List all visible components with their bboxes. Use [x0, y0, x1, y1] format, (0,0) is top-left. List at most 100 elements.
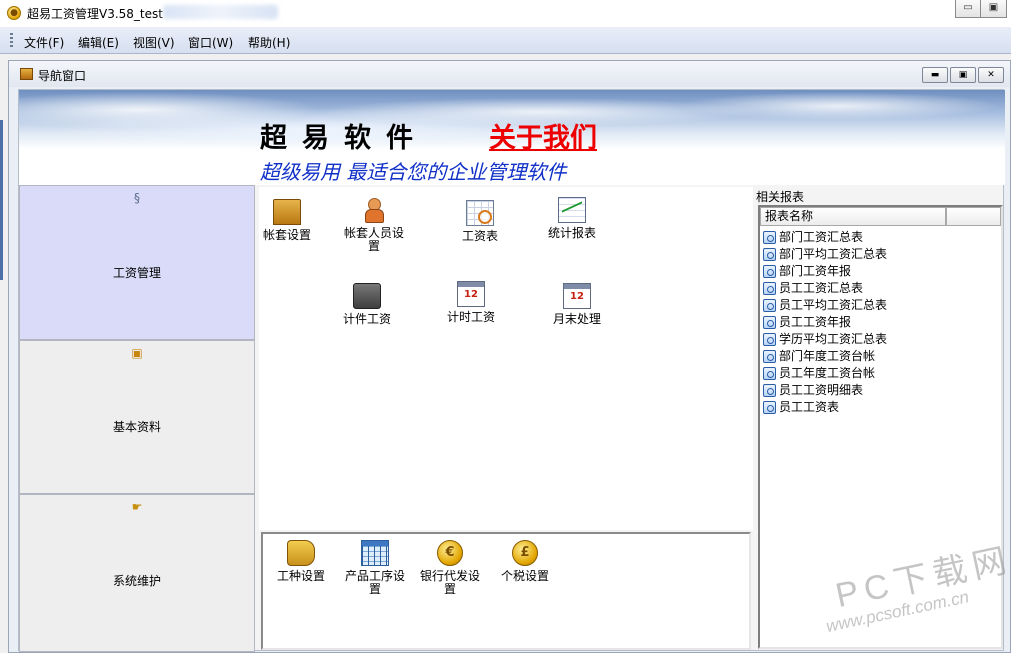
report-icon	[763, 401, 776, 414]
tool-account-settings[interactable]: 帐套设置	[261, 199, 313, 242]
column-header-report-name[interactable]: 报表名称	[760, 207, 946, 226]
column-header-blank[interactable]	[946, 207, 1001, 226]
tool-label: 个税设置	[500, 569, 549, 583]
report-icon	[763, 367, 776, 380]
navigation-window-title: 导航窗口	[38, 69, 87, 83]
tool-month-end-processing[interactable]: 月末处理	[549, 283, 605, 326]
toolbar-grip-icon	[10, 33, 13, 48]
nav-item-system-maintenance[interactable]: ☛ 系统维护	[19, 494, 255, 652]
tool-label: 产品工序设置	[344, 569, 405, 596]
report-item[interactable]: 员工工资汇总表	[763, 280, 887, 297]
tool-product-process-settings[interactable]: 产品工序设置	[342, 540, 408, 596]
coin-icon: €	[437, 540, 463, 566]
tool-salary-sheet[interactable]: 工资表	[455, 200, 505, 243]
tool-hourly-salary[interactable]: 计时工资	[443, 281, 499, 324]
slogan: 超级易用 最适合您的企业管理软件	[260, 160, 567, 184]
calendar-icon	[457, 281, 485, 307]
navigation-content: 超易软件 关于我们 超级易用 最适合您的企业管理软件 § 工资管理 ▣ 基本资料…	[18, 89, 1005, 652]
report-icon	[763, 265, 776, 278]
menu-window[interactable]: 窗口(W)	[188, 34, 233, 51]
navigation-window-controls: ▬ ▣ ✕	[922, 67, 1004, 83]
tool-label: 帐套人员设置	[343, 226, 404, 253]
tool-label: 工资表	[461, 229, 498, 243]
tool-account-staff-settings[interactable]: 帐套人员设置	[342, 197, 406, 253]
tool-piecework-salary[interactable]: 计件工资	[339, 283, 395, 326]
report-item-label: 员工工资表	[779, 400, 840, 414]
folder-doc-icon: ▣	[131, 346, 143, 360]
menu-bar: 文件(F) 编辑(E) 视图(V) 窗口(W) 帮助(H)	[0, 27, 1011, 54]
calendar-icon	[563, 283, 591, 309]
window-minimize-button[interactable]: ▭	[955, 0, 981, 18]
child-minimize-button[interactable]: ▬	[922, 67, 948, 83]
report-item[interactable]: 学历平均工资汇总表	[763, 331, 887, 348]
tool-label: 工种设置	[276, 569, 325, 583]
menu-help[interactable]: 帮助(H)	[248, 34, 290, 51]
report-item[interactable]: 员工工资表	[763, 399, 887, 416]
report-item[interactable]: 部门工资年报	[763, 263, 887, 280]
report-item[interactable]: 员工平均工资汇总表	[763, 297, 887, 314]
child-close-button[interactable]: ✕	[978, 67, 1004, 83]
spreadsheet-magnifier-icon	[466, 200, 494, 226]
category-nav: § 工资管理 ▣ 基本资料 ☛ 系统维护	[19, 185, 255, 652]
line-chart-icon	[558, 197, 586, 223]
brand-name: 超易软件	[260, 123, 428, 154]
report-icon	[763, 333, 776, 346]
report-item-label: 员工工资明细表	[779, 383, 864, 397]
nav-item-label: 工资管理	[112, 266, 161, 280]
tool-bank-payroll-settings[interactable]: € 银行代发设置	[417, 540, 483, 596]
report-icon	[763, 384, 776, 397]
nav-item-label: 基本资料	[112, 420, 161, 434]
child-restore-button[interactable]: ▣	[950, 67, 976, 83]
reports-column-header: 报表名称	[760, 207, 1001, 226]
tool-label: 计件工资	[342, 312, 391, 326]
s-scroll-icon: §	[134, 191, 140, 205]
report-item-label: 学历平均工资汇总表	[779, 332, 888, 346]
report-item-label: 员工工资汇总表	[779, 281, 864, 295]
about-us-link[interactable]: 关于我们	[489, 116, 597, 155]
tool-label: 月末处理	[552, 312, 601, 326]
tool-income-tax-settings[interactable]: £ 个税设置	[497, 540, 553, 583]
menu-file[interactable]: 文件(F)	[24, 34, 64, 51]
folder-icon	[273, 199, 301, 225]
settings-tools-panel: 工种设置 产品工序设置 € 银行代发设置 £ 个税设置	[261, 532, 751, 650]
report-items: 部门工资汇总表 部门平均工资汇总表 部门工资年报 员工工资汇总表 员工平均工资汇总表 员工…	[763, 229, 887, 416]
report-item-label: 部门平均工资汇总表	[779, 247, 888, 261]
tool-job-type-settings[interactable]: 工种设置	[273, 540, 329, 583]
menu-edit[interactable]: 编辑(E)	[78, 34, 119, 51]
report-icon	[763, 316, 776, 329]
coin-icon: £	[512, 540, 538, 566]
window-maximize-button[interactable]: ▣	[981, 0, 1007, 18]
banner: 超易软件 关于我们 超级易用 最适合您的企业管理软件	[19, 90, 1005, 185]
nav-item-label: 系统维护	[112, 574, 161, 588]
tool-label: 帐套设置	[262, 228, 311, 242]
report-icon	[763, 248, 776, 261]
app-logo-icon: ●	[7, 6, 21, 20]
report-item[interactable]: 部门工资汇总表	[763, 229, 887, 246]
pointing-hand-icon	[287, 540, 315, 566]
report-item[interactable]: 部门平均工资汇总表	[763, 246, 887, 263]
report-item[interactable]: 员工年度工资台帐	[763, 365, 887, 382]
tool-statistics-report[interactable]: 统计报表	[544, 197, 600, 240]
table-icon	[361, 540, 389, 566]
report-item[interactable]: 部门年度工资台帐	[763, 348, 887, 365]
report-item-label: 员工工资年报	[779, 315, 852, 329]
navigation-window-titlebar: 导航窗口 ▬ ▣ ✕	[9, 61, 1010, 87]
report-icon	[763, 231, 776, 244]
salary-tools-panel: 帐套设置 帐套人员设置 工资表 统计报表 计件工资 计时工资	[259, 187, 753, 530]
report-icon	[763, 282, 776, 295]
tool-label: 计时工资	[446, 310, 495, 324]
window-controls: ▭ ▣	[955, 0, 1007, 18]
nav-item-salary-management[interactable]: § 工资管理	[19, 185, 255, 340]
report-item-label: 部门工资汇总表	[779, 230, 864, 244]
report-item-label: 部门工资年报	[779, 264, 852, 278]
report-item-label: 员工年度工资台帐	[779, 366, 876, 380]
briefcase-icon	[353, 283, 381, 309]
report-item[interactable]: 员工工资年报	[763, 314, 887, 331]
report-icon	[763, 299, 776, 312]
menu-view[interactable]: 视图(V)	[133, 34, 175, 51]
report-item[interactable]: 员工工资明细表	[763, 382, 887, 399]
redacted-email	[163, 5, 278, 19]
tool-label: 银行代发设置	[419, 569, 480, 596]
nav-item-basic-info[interactable]: ▣ 基本资料	[19, 340, 255, 494]
tool-label: 统计报表	[547, 226, 596, 240]
